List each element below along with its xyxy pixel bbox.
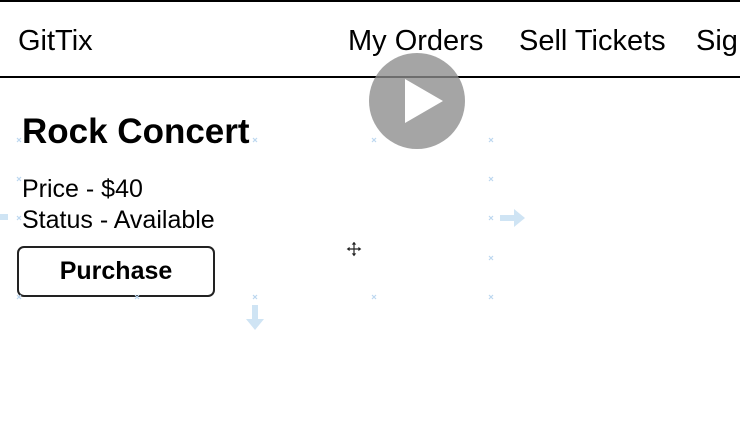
move-cursor-icon: [345, 240, 363, 258]
play-icon: [405, 79, 443, 123]
arrow-down-icon: [246, 305, 264, 330]
page: GitTix My Orders Sell Tickets Sig Rock C…: [0, 0, 740, 434]
video-play-button[interactable]: [369, 53, 465, 149]
guide-markers: [16, 137, 494, 300]
resize-arrows: [0, 209, 525, 330]
arrow-right-icon: [500, 209, 525, 227]
arrow-left-stub: [0, 214, 8, 220]
